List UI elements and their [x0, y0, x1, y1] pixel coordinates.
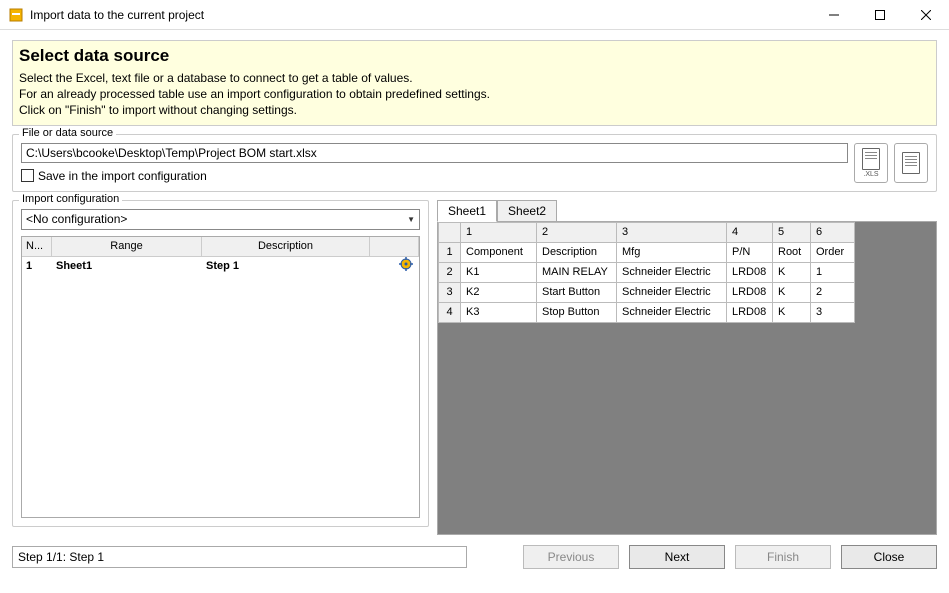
info-line-3: Click on "Finish" to import without chan… [19, 102, 930, 118]
cell-n: 1 [22, 259, 52, 273]
finish-button[interactable]: Finish [735, 545, 831, 569]
info-panel: Select data source Select the Excel, tex… [12, 40, 937, 126]
config-selected: <No configuration> [26, 212, 127, 226]
next-button[interactable]: Next [629, 545, 725, 569]
app-icon [8, 7, 24, 23]
col-blank [370, 237, 419, 256]
xls-file-button[interactable]: .XLS [854, 143, 888, 183]
save-config-checkbox[interactable] [21, 169, 34, 182]
save-config-label: Save in the import configuration [38, 169, 207, 183]
file-path-input[interactable] [21, 143, 848, 163]
titlebar: Import data to the current project [0, 0, 949, 30]
cell[interactable]: Order [811, 242, 855, 262]
cell[interactable]: Root [773, 242, 811, 262]
cell[interactable]: K [773, 262, 811, 282]
col-desc[interactable]: Description [202, 237, 370, 256]
table-row[interactable]: 2 K1 MAIN RELAY Schneider Electric LRD08… [439, 262, 855, 282]
text-file-button[interactable] [894, 143, 928, 183]
row-header[interactable]: 1 [439, 242, 461, 262]
cell[interactable]: Mfg [617, 242, 727, 262]
col-header[interactable]: 5 [773, 222, 811, 242]
cell[interactable]: K1 [461, 262, 537, 282]
page-title: Select data source [19, 45, 930, 68]
table-row[interactable]: 1 Component Description Mfg P/N Root Ord… [439, 242, 855, 262]
col-header[interactable]: 1 [461, 222, 537, 242]
chevron-down-icon: ▼ [407, 215, 415, 224]
maximize-button[interactable] [857, 0, 903, 30]
cell[interactable]: LRD08 [727, 262, 773, 282]
file-source-group: File or data source Save in the import c… [12, 134, 937, 192]
cell[interactable]: P/N [727, 242, 773, 262]
cell[interactable]: K [773, 302, 811, 322]
cell[interactable]: 1 [811, 262, 855, 282]
cell[interactable]: Component [461, 242, 537, 262]
cell[interactable]: K [773, 282, 811, 302]
sheet-table[interactable]: 1 2 3 4 5 6 1 Component Description Mfg … [438, 222, 855, 323]
tab-sheet2[interactable]: Sheet2 [497, 200, 557, 221]
row-header[interactable]: 2 [439, 262, 461, 282]
col-header[interactable]: 3 [617, 222, 727, 242]
cell-range: Sheet1 [52, 259, 202, 273]
config-group-label: Import configuration [19, 193, 122, 205]
bottom-bar: Step 1/1: Step 1 Previous Next Finish Cl… [0, 541, 949, 577]
cell[interactable]: K2 [461, 282, 537, 302]
cell[interactable]: 2 [811, 282, 855, 302]
window-title: Import data to the current project [30, 8, 811, 22]
cell[interactable]: LRD08 [727, 282, 773, 302]
col-header[interactable]: 6 [811, 222, 855, 242]
col-n[interactable]: N... [22, 237, 52, 256]
cell[interactable]: K3 [461, 302, 537, 322]
cell[interactable]: LRD08 [727, 302, 773, 322]
info-line-2: For an already processed table use an im… [19, 86, 930, 102]
tab-sheet1[interactable]: Sheet1 [437, 200, 497, 222]
gear-icon[interactable] [399, 257, 413, 271]
document-icon [862, 148, 880, 170]
import-config-group: Import configuration <No configuration> … [12, 200, 429, 527]
cell[interactable]: Schneider Electric [617, 282, 727, 302]
document-icon [902, 152, 920, 174]
col-range[interactable]: Range [52, 237, 202, 256]
cell[interactable]: Stop Button [537, 302, 617, 322]
cell[interactable]: Schneider Electric [617, 262, 727, 282]
col-header[interactable]: 2 [537, 222, 617, 242]
status-text: Step 1/1: Step 1 [12, 546, 467, 568]
xls-label: .XLS [863, 171, 878, 178]
cell[interactable]: 3 [811, 302, 855, 322]
row-header[interactable]: 3 [439, 282, 461, 302]
table-row[interactable]: 3 K2 Start Button Schneider Electric LRD… [439, 282, 855, 302]
info-line-1: Select the Excel, text file or a databas… [19, 70, 930, 86]
sheet-preview: 1 2 3 4 5 6 1 Component Description Mfg … [437, 222, 937, 535]
close-dialog-button[interactable]: Close [841, 545, 937, 569]
previous-button[interactable]: Previous [523, 545, 619, 569]
window-controls [811, 0, 949, 29]
config-grid: N... Range Description 1 Sheet1 Step 1 [21, 236, 420, 518]
cell[interactable]: Start Button [537, 282, 617, 302]
table-row[interactable]: 4 K3 Stop Button Schneider Electric LRD0… [439, 302, 855, 322]
config-grid-header: N... Range Description [22, 237, 419, 257]
close-button[interactable] [903, 0, 949, 30]
row-header[interactable]: 4 [439, 302, 461, 322]
table-corner[interactable] [439, 222, 461, 242]
cell[interactable]: Schneider Electric [617, 302, 727, 322]
file-group-label: File or data source [19, 127, 116, 139]
sheet-tabs: Sheet1 Sheet2 [437, 200, 937, 222]
col-header[interactable]: 4 [727, 222, 773, 242]
config-combobox[interactable]: <No configuration> ▼ [21, 209, 420, 230]
cell-desc: Step 1 [202, 259, 370, 273]
minimize-button[interactable] [811, 0, 857, 30]
cell[interactable]: MAIN RELAY [537, 262, 617, 282]
config-row[interactable]: 1 Sheet1 Step 1 [22, 257, 419, 275]
cell[interactable]: Description [537, 242, 617, 262]
